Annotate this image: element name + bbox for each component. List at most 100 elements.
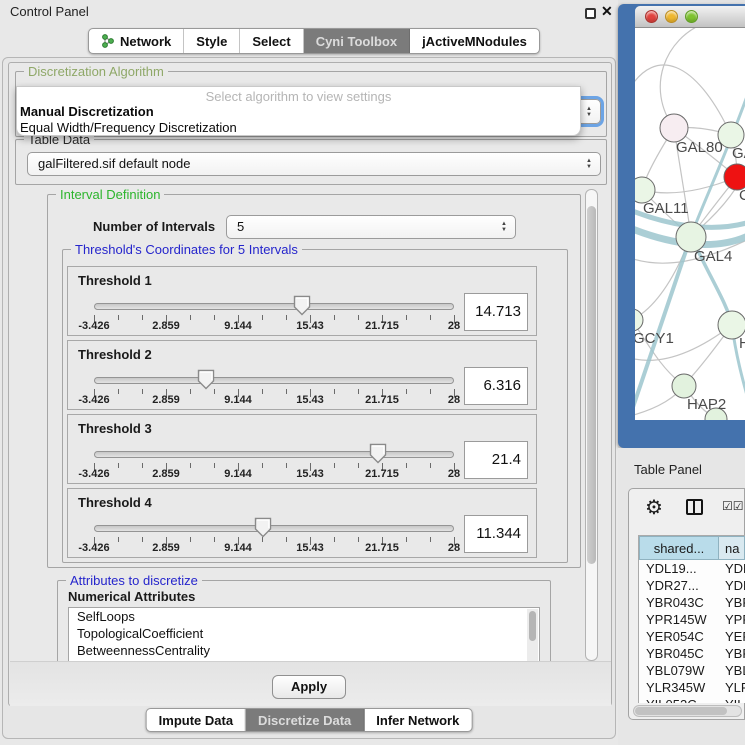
close-panel-icon[interactable]: ✕ [601,3,613,20]
tab-select[interactable]: Select [240,29,303,53]
network-window-titlebar[interactable] [635,6,745,28]
cell-shared-name[interactable]: YER054C [639,628,719,645]
slider-tick [430,463,431,468]
table-row[interactable]: YDL19...YDL1 [639,560,745,577]
node-table-panel: ⚙ ☑☑ shared... na YDL19...YDL1YDR27...YD… [628,488,745,720]
attribute-list-item[interactable]: TopologicalCoefficient [69,625,539,642]
num-intervals-label: Number of Intervals [93,219,215,234]
split-view-icon[interactable] [686,499,703,515]
tab-network[interactable]: Network [89,29,184,53]
node-attribute-table[interactable]: shared... na YDL19...YDL1YDR27...YDR2YBR… [638,535,745,703]
cell-name[interactable]: YBR0 [719,645,745,662]
cell-shared-name[interactable]: YBR043C [639,594,719,611]
tab-discretize-data[interactable]: Discretize Data [246,709,364,731]
slider-tick-label: 15.43 [296,468,324,480]
settings-gear-icon[interactable]: ⚙ [645,495,663,520]
cell-shared-name[interactable]: YIL052C [639,696,719,703]
cell-name[interactable]: YLR3 [719,679,745,696]
group-title: Attributes to discretize [66,573,202,588]
mac-close-icon[interactable] [645,10,658,23]
slider-tick [358,463,359,468]
group-title: Interval Definition [56,189,164,202]
mac-zoom-icon[interactable] [685,10,698,23]
slider-handle[interactable] [197,369,215,390]
network-tab-icon [101,34,115,48]
slider-tick-label: 21.715 [365,468,399,480]
threshold-value-field[interactable]: 11.344 [464,515,528,553]
algorithm-dropdown-popup: Select algorithm to view settings Manual… [16,86,581,136]
svg-text:GAL80: GAL80 [676,139,723,156]
attribute-list-item[interactable]: SelfLoops [69,608,539,625]
num-intervals-select[interactable]: 5 ▲▼ [226,215,516,239]
slider-track[interactable] [94,451,454,458]
slider-track[interactable] [94,525,454,532]
cell-shared-name[interactable]: YLR345W [639,679,719,696]
svg-text:GCY1: GCY1 [635,330,674,347]
slider-tick [142,315,143,320]
list-scrollbar-thumb[interactable] [529,611,536,641]
float-window-icon[interactable] [585,8,596,19]
tab-impute-data[interactable]: Impute Data [147,709,246,731]
thresholds-group: Threshold's Coordinates for 5 Intervals … [62,249,568,563]
table-row[interactable]: YBR045CYBR0 [639,645,745,662]
table-data-select[interactable]: galFiltered.sif default node ▲▼ [27,152,601,176]
list-scrollbar[interactable] [527,609,538,661]
threshold-value-field[interactable]: 21.4 [464,441,528,479]
table-row[interactable]: YBR043CYBR0 [639,594,745,611]
settings-scrollbar-thumb[interactable] [587,206,596,564]
slider-handle[interactable] [254,517,272,538]
slider-tick [142,537,143,542]
mac-minimize-icon[interactable] [665,10,678,23]
column-visibility-checkbox-icons[interactable]: ☑☑ [722,499,744,513]
table-row[interactable]: YIL052CYIL0 [639,696,745,703]
numerical-attributes-list[interactable]: SelfLoopsTopologicalCoefficientBetweenne… [68,607,540,661]
cell-name[interactable]: YBL0 [719,662,745,679]
cell-name[interactable]: YPR1 [719,611,745,628]
cell-shared-name[interactable]: YBR045C [639,645,719,662]
tab-label: Impute Data [159,713,233,728]
threshold-panel: Threshold 1-3.4262.8599.14415.4321.71528… [67,266,537,336]
dropdown-option[interactable]: Equal Width/Frequency Discretization [17,120,580,136]
slider-handle[interactable] [369,443,387,464]
attribute-list-item[interactable]: BetweennessCentrality [69,642,539,659]
cell-name[interactable]: YER0 [719,628,745,645]
cell-name[interactable]: YDR2 [719,577,745,594]
slider-tick [262,315,263,320]
table-row[interactable]: YLR345WYLR3 [639,679,745,696]
settings-scrollbar[interactable] [585,189,598,661]
cell-name[interactable]: YIL0 [719,696,745,703]
tab-infer-network[interactable]: Infer Network [364,709,471,731]
threshold-panel: Threshold 3-3.4262.8599.14415.4321.71528… [67,414,537,484]
table-scrollbar-thumb[interactable] [635,707,727,715]
combo-spinner-icon: ▲▼ [582,153,596,175]
tab-style[interactable]: Style [184,29,240,53]
cell-shared-name[interactable]: YDL19... [639,560,719,577]
cell-shared-name[interactable]: YPR145W [639,611,719,628]
table-row[interactable]: YDR27...YDR2 [639,577,745,594]
cell-shared-name[interactable]: YBL079W [639,662,719,679]
table-row[interactable]: YPR145WYPR1 [639,611,745,628]
cell-shared-name[interactable]: YDR27... [639,577,719,594]
threshold-value-field[interactable]: 6.316 [464,367,528,405]
tab-cyni-toolbox[interactable]: Cyni Toolbox [304,29,410,53]
table-row[interactable]: YBL079WYBL0 [639,662,745,679]
threshold-value-field[interactable]: 14.713 [464,293,528,331]
apply-button[interactable]: Apply [272,675,346,699]
dropdown-option[interactable]: Manual Discretization [17,104,580,120]
table-horizontal-scrollbar[interactable] [633,705,742,717]
column-header-shared[interactable]: shared... [639,536,719,560]
tab-jactivemnodules[interactable]: jActiveMNodules [410,29,539,53]
network-canvas[interactable]: GAL80GACGAL11GAL4GCY1HHAP2 [635,28,745,420]
cell-name[interactable]: YDL1 [719,560,745,577]
column-header-name[interactable]: na [719,536,745,560]
slider-track[interactable] [94,377,454,384]
cell-name[interactable]: YBR0 [719,594,745,611]
slider-tick-label: -3.426 [78,542,109,554]
slider-handle[interactable] [293,295,311,316]
table-row[interactable]: YER054CYER0 [639,628,745,645]
tab-label: jActiveMNodules [422,34,527,49]
slider-tick-label: 9.144 [224,320,252,332]
slider-track[interactable] [94,303,454,310]
discretize-settings-panel: Discretization Algorithm ▲▼ Select algor… [8,62,612,706]
slider-tick-label: 21.715 [365,320,399,332]
